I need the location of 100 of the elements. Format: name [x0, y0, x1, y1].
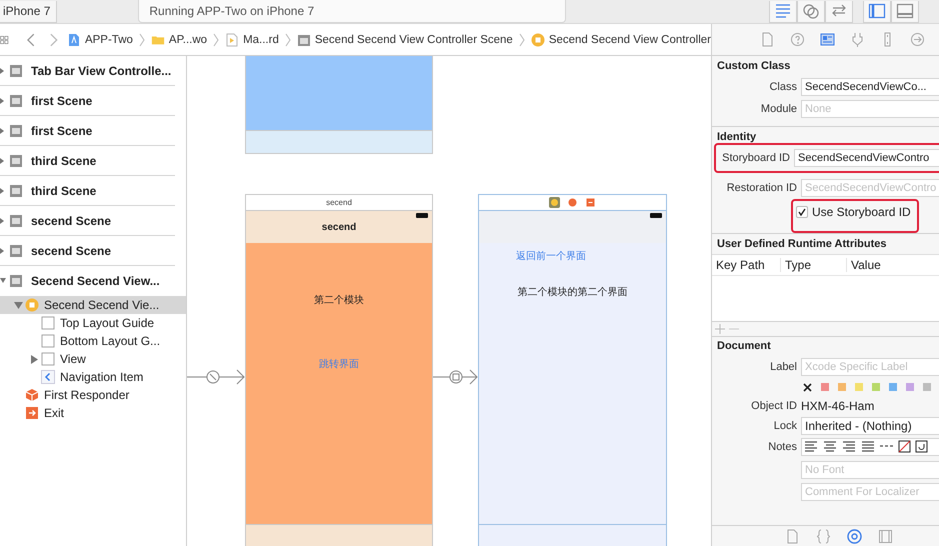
color-swatch[interactable] — [855, 383, 863, 391]
scene-icon — [10, 275, 22, 287]
outline-item[interactable]: Exit — [0, 404, 186, 422]
scene-item[interactable]: first Scene — [29, 122, 94, 138]
font-field[interactable]: No Font — [801, 461, 939, 479]
braces-icon[interactable] — [815, 528, 832, 545]
section-heading: Document — [717, 340, 772, 352]
view-controller-icon[interactable] — [549, 197, 560, 208]
lock-dropdown[interactable]: Inherited - (Nothing) — [801, 417, 939, 435]
outline-item[interactable]: Top Layout Guide — [0, 314, 186, 332]
plus-icon[interactable] — [715, 324, 725, 334]
exit-icon[interactable] — [585, 197, 596, 208]
clear-icon[interactable] — [803, 382, 812, 392]
field-label: Object ID — [750, 400, 798, 412]
segue-arrow[interactable] — [187, 368, 245, 386]
target-icon[interactable] — [846, 528, 863, 545]
battery-icon — [650, 213, 663, 218]
toolbar-button[interactable] — [863, 0, 892, 22]
label-field[interactable]: Xcode Specific Label — [801, 358, 939, 376]
chevron-separator-icon — [138, 32, 145, 46]
chevron-separator-icon — [518, 32, 525, 46]
field-label: Module — [760, 103, 798, 115]
object-id-value: HXM-46-Ham — [801, 399, 876, 413]
toolbar-button[interactable] — [797, 0, 826, 22]
outline-item[interactable]: Secend Secend Vie... — [0, 296, 186, 314]
field-label: Notes — [767, 441, 798, 453]
field-label: Label — [769, 361, 798, 373]
breadcrumb-item[interactable]: Secend Secend View Controller — [548, 34, 711, 46]
storyboard-file-icon — [225, 32, 240, 46]
field-label: Storyboard ID — [721, 152, 791, 164]
scene-item[interactable]: third Scene — [29, 152, 98, 168]
scene-item[interactable]: Secend Secend View... — [29, 273, 162, 289]
color-swatch[interactable] — [872, 383, 880, 391]
help-icon[interactable] — [788, 31, 806, 48]
section-heading: User Defined Runtime Attributes — [717, 238, 888, 250]
film-icon[interactable] — [877, 528, 894, 545]
view-label: 第二个模块的第二个界面 — [518, 286, 628, 299]
outline-item[interactable]: Bottom Layout G... — [0, 332, 186, 350]
toolbar-button[interactable] — [769, 0, 798, 22]
disclosure-open-icon[interactable] — [14, 300, 23, 310]
outline-item[interactable]: Navigation Item — [0, 368, 186, 386]
field-label: Lock — [772, 420, 798, 432]
chevron-separator-icon — [284, 32, 291, 46]
toolbar-button[interactable] — [825, 0, 854, 22]
field-label: Class — [768, 81, 798, 93]
scene-icon — [10, 94, 22, 106]
scene-item[interactable]: secend Scene — [29, 212, 114, 228]
device-selector[interactable]: iPhone 7 — [0, 0, 58, 22]
scene-icon — [10, 214, 22, 226]
column-header[interactable]: Type — [781, 258, 847, 272]
breadcrumb-item[interactable]: Secend Secend View Controller Scene — [314, 34, 513, 46]
text-format-bar[interactable] — [801, 438, 939, 456]
scene-item[interactable]: Tab Bar View Controlle... — [29, 62, 174, 78]
layout-guide-icon — [41, 334, 55, 348]
color-swatch[interactable] — [906, 383, 914, 391]
scene-icon — [296, 32, 311, 46]
section-heading: Identity — [717, 131, 758, 143]
color-swatch[interactable] — [838, 383, 846, 391]
color-swatch[interactable] — [923, 383, 931, 391]
circles-icon — [802, 2, 820, 20]
app-project-icon — [66, 32, 81, 46]
view-icon — [41, 352, 55, 366]
storyboard-id-field[interactable]: SecendSecendViewContro — [794, 149, 939, 167]
checkbox[interactable]: Use Storyboard ID — [791, 199, 919, 233]
scene-icon — [10, 184, 22, 196]
scene-item[interactable]: third Scene — [29, 182, 98, 198]
arrow-circle-icon[interactable] — [909, 31, 926, 48]
bottom-panel-icon — [896, 2, 914, 20]
disclosure-closed-icon[interactable] — [30, 354, 39, 364]
battery-icon — [416, 213, 429, 218]
disclosure-open-icon[interactable] — [0, 277, 8, 285]
breadcrumb-item[interactable]: APP-Two — [84, 34, 133, 46]
navigation-title: secend — [322, 222, 356, 232]
column-header[interactable]: Key Path — [712, 258, 781, 272]
scene-icon — [10, 124, 22, 136]
color-swatch[interactable] — [889, 383, 897, 391]
activity-status: Running APP-Two on iPhone 7 — [138, 0, 566, 23]
breadcrumb-item[interactable]: AP...wo — [168, 34, 208, 46]
section-heading: Custom Class — [717, 60, 792, 72]
class-field[interactable]: SecendSecendViewCo... — [801, 78, 939, 96]
scene-item[interactable]: secend Scene — [29, 242, 114, 258]
scene-item[interactable]: first Scene — [29, 92, 94, 108]
column-header[interactable]: Value — [847, 258, 881, 272]
identity-card-icon[interactable] — [818, 31, 836, 48]
outline-item[interactable]: First Responder — [0, 386, 186, 404]
color-swatch[interactable] — [821, 383, 829, 391]
view-controller-icon — [25, 298, 39, 312]
breadcrumb-item[interactable]: Ma...rd — [243, 34, 279, 46]
module-field[interactable]: None — [801, 100, 939, 118]
toolbar-button[interactable] — [891, 0, 920, 22]
outline-item[interactable]: View — [0, 350, 186, 368]
scene-icon — [10, 244, 22, 256]
left-panel-icon — [868, 2, 886, 20]
restoration-id-field[interactable]: SecendSecendViewContro — [801, 179, 939, 197]
view-label: 第二个模块 — [314, 294, 364, 307]
checkmark-icon — [797, 207, 807, 217]
layout-guide-icon — [41, 316, 55, 330]
comment-field[interactable]: Comment For Localizer — [801, 483, 939, 501]
view-controller-icon — [530, 32, 545, 46]
segue-arrow[interactable] — [433, 368, 478, 386]
